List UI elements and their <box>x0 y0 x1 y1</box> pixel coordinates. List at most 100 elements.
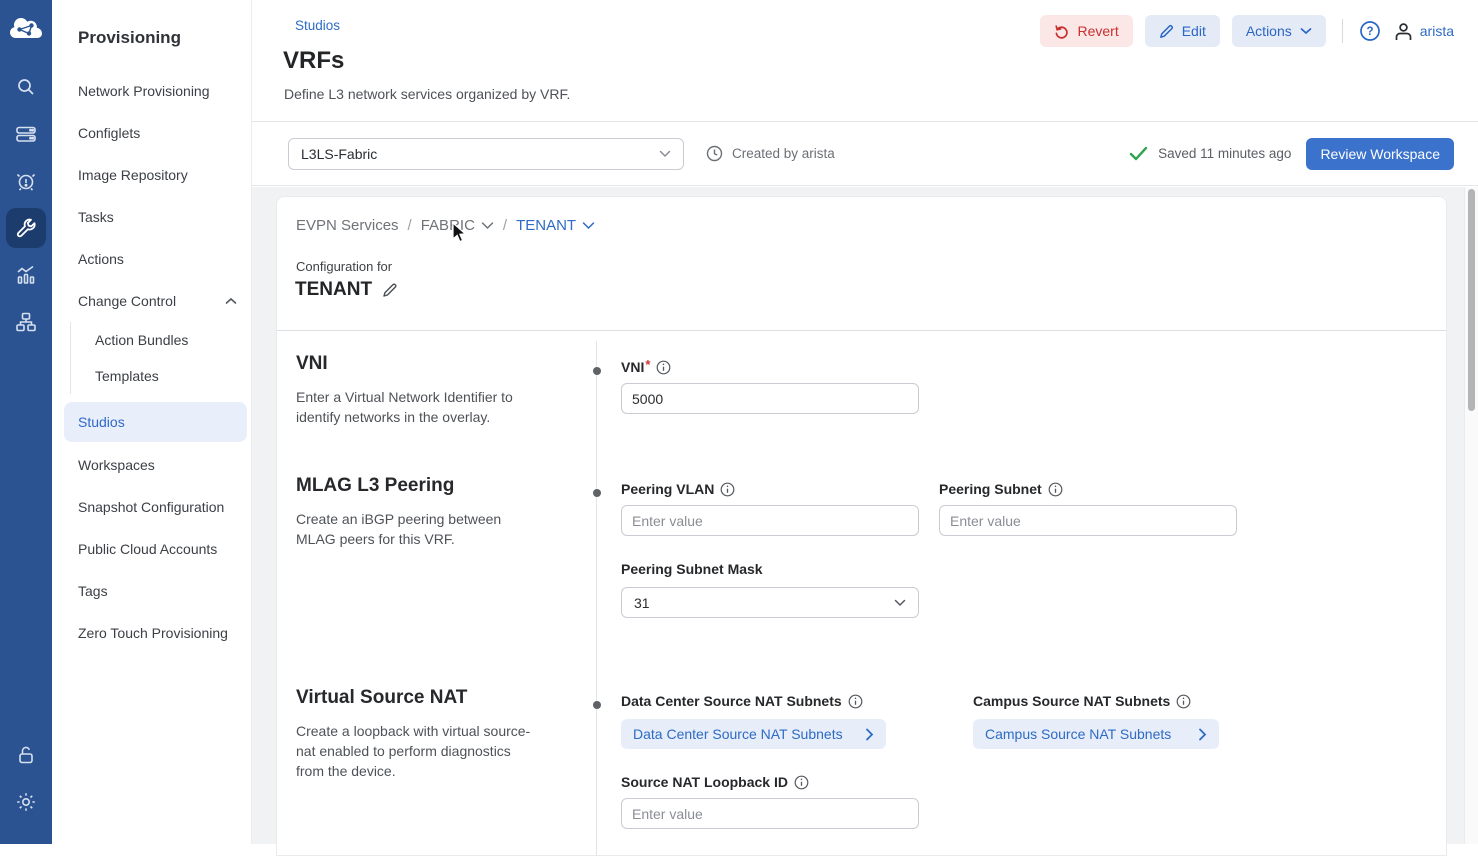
section-virtual-source-nat: Virtual Source NAT Create a loopback wit… <box>277 674 1446 854</box>
edit-label: Edit <box>1182 23 1206 39</box>
studio-breadcrumb: EVPN Services / FABRIC / TENANT <box>296 217 595 234</box>
search-icon[interactable] <box>6 67 46 107</box>
revert-button[interactable]: Revert <box>1040 15 1132 47</box>
edit-pencil-icon[interactable] <box>382 282 398 298</box>
workspace-created-by: Created by arista <box>706 145 835 162</box>
breadcrumb-tenant-dropdown[interactable]: TENANT <box>516 217 595 234</box>
user-name: arista <box>1420 23 1454 39</box>
vni-field-label: VNI <box>621 359 650 375</box>
sidebar-item-workspaces[interactable]: Workspaces <box>52 444 251 486</box>
dc-source-nat-subnets-button[interactable]: Data Center Source NAT Subnets <box>621 719 886 749</box>
sidebar-item-snapshot-configuration[interactable]: Snapshot Configuration <box>52 486 251 528</box>
sidebar-item-network-provisioning[interactable]: Network Provisioning <box>52 70 251 112</box>
breadcrumb-fabric-dropdown[interactable]: FABRIC <box>421 217 494 234</box>
workspace-bar: L3LS-Fabric Created by arista Saved 11 m… <box>252 122 1478 186</box>
breadcrumb-studios-link[interactable]: Studios <box>295 18 340 33</box>
chevron-right-icon <box>865 728 874 741</box>
svg-text:?: ? <box>1366 26 1373 38</box>
section-mlag-l3-peering: MLAG L3 Peering Create an iBGP peering b… <box>277 462 1446 674</box>
workspace-select-value: L3LS-Fabric <box>301 146 377 162</box>
section-title: MLAG L3 Peering <box>296 475 540 497</box>
info-icon[interactable] <box>1176 694 1191 709</box>
studio-form: VNI Enter a Virtual Network Identifier t… <box>277 331 1446 855</box>
actions-menu-button[interactable]: Actions <box>1232 15 1326 47</box>
page-header: Studios VRFs Define L3 network services … <box>252 0 1478 122</box>
sidebar-item-public-cloud-accounts[interactable]: Public Cloud Accounts <box>52 528 251 570</box>
sidebar-item-tags[interactable]: Tags <box>52 570 251 612</box>
peering-subnet-mask-label: Peering Subnet Mask <box>621 561 763 577</box>
chevron-down-icon <box>1300 27 1312 35</box>
revert-label: Revert <box>1077 23 1118 39</box>
peering-subnet-mask-value: 31 <box>634 595 650 611</box>
peering-vlan-label: Peering VLAN <box>621 481 714 497</box>
workspace-select[interactable]: L3LS-Fabric <box>288 138 684 170</box>
sidebar-item-zero-touch-provisioning[interactable]: Zero Touch Provisioning <box>52 612 251 654</box>
section-title: VNI <box>296 353 540 375</box>
chevron-down-icon <box>481 221 494 230</box>
sidebar-item-actions[interactable]: Actions <box>52 238 251 280</box>
sidebar-item-change-control[interactable]: Change Control <box>52 280 251 322</box>
source-nat-loopback-id-input[interactable] <box>621 798 919 829</box>
sidebar-item-image-repository[interactable]: Image Repository <box>52 154 251 196</box>
created-by-text: Created by arista <box>732 146 835 161</box>
saved-check-icon <box>1129 146 1148 161</box>
provisioning-sidebar: Provisioning Network Provisioning Config… <box>52 0 252 844</box>
peering-vlan-input[interactable] <box>621 505 919 536</box>
breadcrumb-evpn-services[interactable]: EVPN Services <box>296 217 399 234</box>
sidebar-title: Provisioning <box>52 28 251 48</box>
revert-icon <box>1054 24 1069 39</box>
peering-subnet-label: Peering Subnet <box>939 481 1042 497</box>
help-icon[interactable]: ? <box>1359 20 1381 42</box>
info-icon[interactable] <box>1048 482 1063 497</box>
edit-button[interactable]: Edit <box>1145 15 1220 47</box>
scrollbar-track[interactable] <box>1464 187 1478 844</box>
info-icon[interactable] <box>656 360 671 375</box>
section-description: Create a loopback with virtual source-na… <box>296 721 540 781</box>
campus-source-nat-subnets-label: Campus Source NAT Subnets <box>973 693 1170 709</box>
user-icon <box>1393 21 1414 42</box>
clock-icon <box>706 145 723 162</box>
info-icon[interactable] <box>794 775 809 790</box>
pencil-icon <box>1159 24 1174 39</box>
events-icon[interactable] <box>6 161 46 201</box>
sidebar-item-tasks[interactable]: Tasks <box>52 196 251 238</box>
content-background: EVPN Services / FABRIC / TENANT Configur… <box>252 187 1478 844</box>
review-workspace-button[interactable]: Review Workspace <box>1306 138 1454 170</box>
configuration-for-label: Configuration for <box>296 259 392 274</box>
devices-icon[interactable] <box>6 114 46 154</box>
section-title: Virtual Source NAT <box>296 687 540 709</box>
provisioning-icon[interactable] <box>6 208 46 248</box>
topology-icon[interactable] <box>6 302 46 342</box>
change-control-label: Change Control <box>78 293 176 309</box>
campus-source-nat-subnets-button[interactable]: Campus Source NAT Subnets <box>973 719 1219 749</box>
saved-status: Saved 11 minutes ago <box>1158 146 1291 161</box>
sidebar-item-studios[interactable]: Studios <box>64 402 247 442</box>
dashboards-icon[interactable] <box>6 255 46 295</box>
unlock-icon[interactable] <box>6 735 46 775</box>
settings-gear-icon[interactable] <box>6 782 46 822</box>
sidebar-item-action-bundles[interactable]: Action Bundles <box>71 322 251 358</box>
vni-input[interactable] <box>621 383 919 414</box>
chevron-up-icon <box>225 297 237 305</box>
header-divider <box>1342 19 1343 43</box>
user-menu[interactable]: arista <box>1393 21 1454 42</box>
info-icon[interactable] <box>848 694 863 709</box>
source-nat-loopback-id-label: Source NAT Loopback ID <box>621 774 788 790</box>
sidebar-item-templates[interactable]: Templates <box>71 358 251 394</box>
scrollbar-thumb[interactable] <box>1468 189 1475 411</box>
peering-subnet-input[interactable] <box>939 505 1237 536</box>
chevron-down-icon <box>582 221 595 230</box>
arista-cloud-logo-icon[interactable] <box>9 16 43 42</box>
sidebar-item-configlets[interactable]: Configlets <box>52 112 251 154</box>
info-icon[interactable] <box>720 482 735 497</box>
peering-subnet-mask-select[interactable]: 31 <box>621 587 919 618</box>
configuration-target-name: TENANT <box>295 279 372 301</box>
chevron-down-icon <box>659 150 671 158</box>
page-subtitle: Define L3 network services organized by … <box>284 86 570 102</box>
studio-card: EVPN Services / FABRIC / TENANT Configur… <box>276 196 1447 856</box>
icon-rail <box>0 0 52 844</box>
section-description: Create an iBGP peering between MLAG peer… <box>296 509 540 549</box>
section-vni: VNI Enter a Virtual Network Identifier t… <box>277 331 1446 462</box>
dc-source-nat-subnets-label: Data Center Source NAT Subnets <box>621 693 842 709</box>
change-control-children: Action Bundles Templates <box>70 322 251 394</box>
